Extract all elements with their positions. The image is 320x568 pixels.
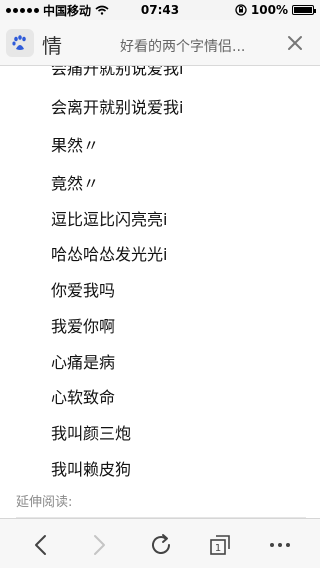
close-icon xyxy=(288,36,302,50)
list-item: 会痛开就别说爱我i xyxy=(51,66,184,78)
list-item: 竟然〃 xyxy=(51,174,100,193)
header-title-char: 情 xyxy=(42,34,62,58)
content-list: 会痛开就别说爱我i 会离开就别说爱我i 果然〃 竟然〃 逗比逗比闪亮亮i 哈怂哈… xyxy=(0,66,320,518)
list-item: 你爱我吗 xyxy=(51,281,116,300)
status-right: 100% xyxy=(235,3,316,17)
list-item: 我叫赖皮狗 xyxy=(51,460,132,479)
refresh-icon xyxy=(152,534,170,554)
header-title: 好看的两个字情侣... xyxy=(120,39,246,55)
refresh-button[interactable] xyxy=(147,531,175,559)
close-button[interactable] xyxy=(284,32,306,54)
bottom-toolbar: 1 xyxy=(0,518,320,568)
signal-icon xyxy=(6,7,39,13)
header-bar: 情 好看的两个字情侣... xyxy=(0,20,320,66)
list-item: 我叫颜三炮 xyxy=(51,424,132,443)
related-reading-label: 延伸阅读: xyxy=(16,495,73,510)
list-item: 心软致命 xyxy=(51,388,116,407)
forward-arrow-icon xyxy=(94,535,105,555)
battery-label: 100% xyxy=(250,3,288,17)
list-item: 果然〃 xyxy=(51,136,100,155)
wifi-icon xyxy=(95,5,109,15)
tabs-count: 1 xyxy=(215,543,221,554)
more-dots-icon xyxy=(270,543,290,547)
list-item: 逗比逗比闪亮亮i xyxy=(51,210,168,229)
battery-icon xyxy=(292,5,316,15)
back-arrow-icon xyxy=(35,535,46,555)
more-button[interactable] xyxy=(266,531,294,559)
tabs-button[interactable]: 1 xyxy=(206,531,234,559)
back-button[interactable] xyxy=(26,531,54,559)
carrier-label: 中国移动 xyxy=(43,3,92,18)
status-bar: 中国移动 07:43 100% xyxy=(0,0,320,20)
orientation-lock-icon xyxy=(235,4,247,16)
forward-button[interactable] xyxy=(86,531,114,559)
list-item: 心痛是病 xyxy=(51,353,116,372)
baidu-paw-icon[interactable] xyxy=(6,29,34,57)
list-item: 哈怂哈怂发光光i xyxy=(51,245,168,264)
tabs-icon: 1 xyxy=(210,535,230,555)
list-item: 我爱你啊 xyxy=(51,317,116,336)
list-item: 会离开就别说爱我i xyxy=(51,98,184,117)
status-left: 中国移动 xyxy=(6,2,109,19)
